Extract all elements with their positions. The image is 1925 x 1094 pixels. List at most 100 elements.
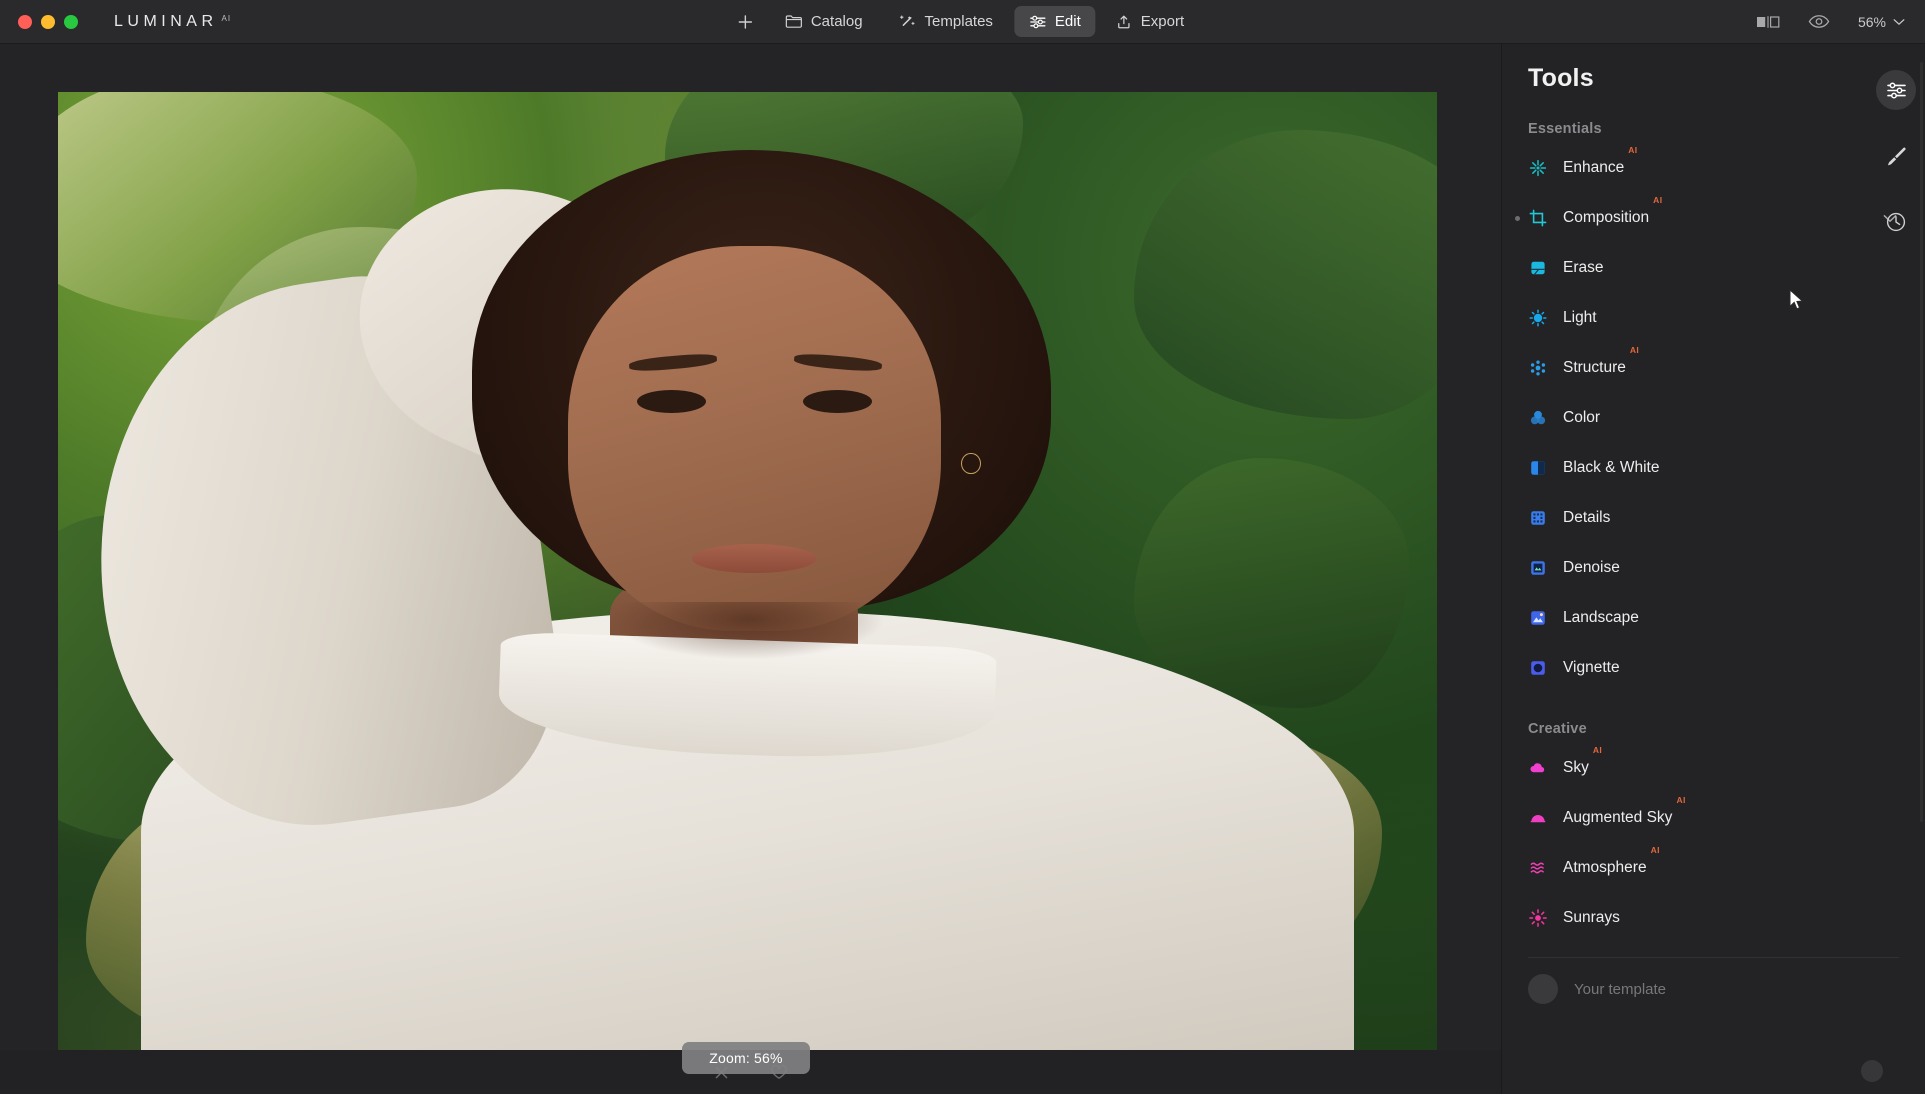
tool-item-sky[interactable]: Sky AI	[1512, 743, 1915, 793]
tool-item-atmosphere[interactable]: Atmosphere AI	[1512, 843, 1915, 893]
tool-item-light[interactable]: Light	[1512, 293, 1915, 343]
add-photo-button[interactable]	[726, 7, 764, 37]
tool-item-erase[interactable]: Erase	[1512, 243, 1915, 293]
titlebar: LUMINAR AI Catalog Templates Edit Export…	[0, 0, 1925, 44]
tool-item-enhance[interactable]: Enhance AI	[1512, 143, 1915, 193]
dome-icon	[1528, 808, 1548, 828]
tool-item-details[interactable]: Details	[1512, 493, 1915, 543]
zoom-level-control[interactable]: 56%	[1858, 14, 1905, 30]
sun-icon	[1528, 308, 1548, 328]
brush-icon	[1888, 147, 1906, 166]
sunburst-icon	[1528, 908, 1548, 928]
structure-icon	[1528, 358, 1548, 378]
halfmoon-icon	[1528, 458, 1548, 478]
tool-item-vignette[interactable]: Vignette	[1512, 643, 1915, 693]
tool-label-denoise: Denoise	[1563, 559, 1620, 576]
ai-badge-enhance: AI	[1628, 145, 1638, 155]
chevron-down-icon	[1893, 18, 1905, 25]
clock-icon	[1886, 212, 1906, 232]
tool-label-atmosphere: Atmosphere	[1563, 859, 1647, 876]
photo-preview[interactable]	[58, 92, 1437, 1054]
top-navigation: Catalog Templates Edit Export	[726, 6, 1199, 37]
maximize-window-button[interactable]	[64, 14, 78, 29]
ai-badge-sky: AI	[1592, 745, 1603, 755]
tab-catalog-label: Catalog	[810, 13, 863, 30]
rail-button-brush[interactable]	[1876, 136, 1916, 176]
sliders-icon	[1029, 15, 1046, 28]
before-after-icon[interactable]	[1756, 15, 1780, 29]
your-template-label: Your template	[1574, 980, 1667, 998]
tool-list-creative: Sky AI Augmented Sky AI Atmosphere AI Su…	[1502, 743, 1925, 943]
eraser-icon	[1528, 258, 1548, 278]
tool-item-sunrays[interactable]: Sunrays	[1512, 893, 1915, 943]
section-label-essentials: Essentials	[1528, 121, 1602, 137]
plus-icon	[738, 14, 752, 29]
canvas-area[interactable]: Zoom: 56%	[0, 44, 1501, 1074]
tool-label-light: Light	[1563, 309, 1597, 326]
tool-item-color[interactable]: Color	[1512, 393, 1915, 443]
tool-item-landscape[interactable]: Landscape	[1512, 593, 1915, 643]
crop-icon	[1528, 208, 1548, 228]
noise-icon	[1528, 558, 1548, 578]
rail-button-adjust[interactable]	[1876, 70, 1916, 110]
tab-catalog[interactable]: Catalog	[770, 6, 878, 37]
tab-templates[interactable]: Templates	[884, 6, 1008, 37]
rail-button-history[interactable]	[1876, 202, 1916, 242]
page-title: Tools	[1528, 64, 1594, 92]
tab-export[interactable]: Export	[1102, 6, 1199, 37]
close-window-button[interactable]	[18, 14, 32, 29]
tool-label-black-and-white: Black & White	[1563, 459, 1660, 476]
color-icon	[1528, 408, 1548, 428]
tab-edit[interactable]: Edit	[1013, 6, 1096, 37]
tab-templates-label: Templates	[924, 13, 993, 30]
cloud-icon	[1528, 758, 1548, 778]
sliders-icon	[1886, 81, 1906, 99]
tool-label-erase: Erase	[1563, 259, 1604, 276]
tool-item-black-and-white[interactable]: Black & White	[1512, 443, 1915, 493]
folder-icon	[785, 15, 802, 28]
ai-badge-atmosphere: AI	[1650, 845, 1660, 855]
app-logo: LUMINAR AI	[114, 13, 231, 31]
app-name: LUMINAR	[114, 12, 218, 30]
photo-subject	[58, 92, 1437, 1054]
tool-item-denoise[interactable]: Denoise	[1512, 543, 1915, 593]
tool-item-augmented-sky[interactable]: Augmented Sky AI	[1512, 793, 1915, 843]
tools-panel: Tools Essentials Enhance AI Composition …	[1501, 44, 1925, 1094]
topbar-right-controls: 56%	[1756, 14, 1905, 30]
tool-label-structure: Structure	[1563, 359, 1626, 376]
eye-icon[interactable]	[1808, 14, 1830, 29]
sparkle-icon	[1528, 158, 1548, 178]
mouse-cursor	[1789, 288, 1805, 316]
tool-item-structure[interactable]: Structure AI	[1512, 343, 1915, 393]
tool-label-vignette: Vignette	[1563, 659, 1620, 676]
tool-label-composition: Composition	[1563, 209, 1650, 226]
ai-badge-composition: AI	[1653, 195, 1663, 205]
tool-selected-indicator	[1515, 215, 1520, 221]
upload-icon	[1118, 15, 1131, 28]
tool-item-composition[interactable]: Composition AI	[1512, 193, 1915, 243]
zoom-level-value: 56%	[1857, 13, 1886, 30]
traffic-lights	[18, 14, 78, 29]
app-name-suffix: AI	[221, 13, 232, 23]
tool-list-essentials: Enhance AI Composition AI Erase Light St…	[1502, 143, 1925, 693]
zoom-toast: Zoom: 56%	[682, 1042, 810, 1074]
right-rail	[1867, 44, 1925, 1094]
tab-export-label: Export	[1140, 13, 1185, 30]
your-template-row[interactable]: Your template	[1502, 958, 1925, 1020]
tools-panel-header: Tools	[1502, 44, 1925, 93]
waves-icon	[1528, 858, 1548, 878]
minimize-window-button[interactable]	[41, 14, 55, 29]
grid-icon	[1528, 508, 1548, 528]
section-label-creative: Creative	[1528, 721, 1587, 737]
mountain-icon	[1528, 608, 1548, 628]
tool-label-landscape: Landscape	[1563, 609, 1639, 626]
ai-badge-augmented-sky: AI	[1676, 795, 1686, 805]
tool-label-sunrays: Sunrays	[1563, 909, 1620, 926]
ai-badge-structure: AI	[1629, 345, 1640, 355]
wand-icon	[900, 15, 915, 26]
tool-label-augmented-sky: Augmented Sky	[1563, 809, 1673, 826]
luminar-window: LUMINAR AI Catalog Templates Edit Export…	[0, 0, 1925, 1094]
tool-label-sky: Sky	[1563, 759, 1589, 776]
vignette-icon	[1528, 658, 1548, 678]
template-thumbnail	[1528, 974, 1558, 1004]
